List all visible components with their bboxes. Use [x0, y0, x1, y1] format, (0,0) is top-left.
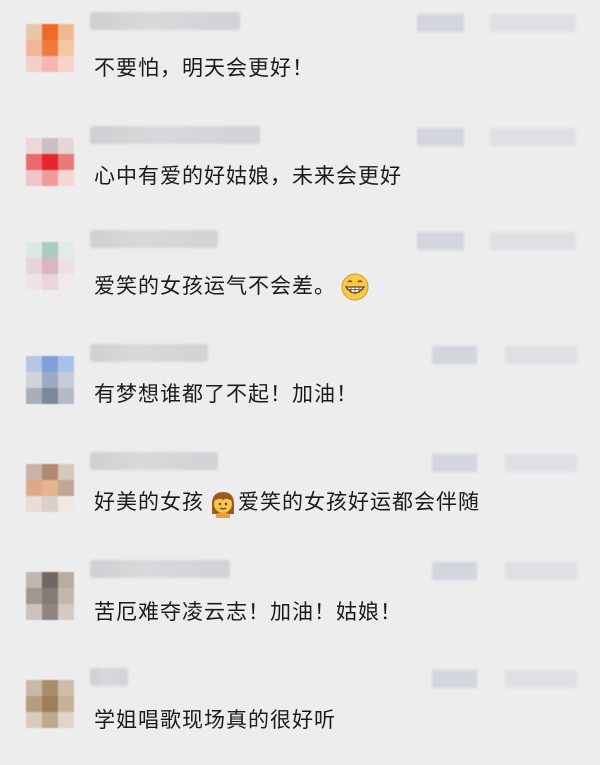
username-blurred[interactable]	[90, 344, 208, 362]
timestamp-blurred	[417, 128, 464, 146]
username-blurred[interactable]	[90, 452, 218, 470]
username-blurred[interactable]	[90, 126, 260, 144]
comment-text-main: 不要怕，明天会更好！	[94, 56, 314, 80]
comment-text: 好美的女孩 爱笑的女孩好运都会伴随	[94, 486, 480, 518]
comment-text-main: 爱笑的女孩运气不会差。	[94, 274, 336, 298]
comment-text-main: 苦厄难夺凌云志！加油！姑娘！	[94, 600, 402, 624]
grin-emoji-icon	[341, 273, 369, 301]
avatar[interactable]	[26, 24, 74, 72]
like-count-blurred[interactable]	[505, 670, 577, 688]
username-blurred[interactable]	[90, 560, 230, 578]
timestamp-blurred	[432, 670, 477, 688]
timestamp-blurred	[432, 562, 477, 580]
avatar[interactable]	[26, 680, 74, 728]
comment-text: 爱笑的女孩运气不会差。	[94, 270, 370, 302]
avatar[interactable]	[26, 138, 74, 186]
like-count-blurred[interactable]	[505, 562, 577, 580]
comment-text-main: 有梦想谁都了不起！加油！	[94, 382, 358, 406]
comment-text: 苦厄难夺凌云志！加油！姑娘！	[94, 596, 402, 626]
comment-text: 不要怕，明天会更好！	[94, 52, 314, 82]
like-count-blurred[interactable]	[490, 14, 576, 32]
comment-text: 学姐唱歌现场真的很好听	[94, 704, 336, 734]
timestamp-blurred	[432, 346, 477, 364]
comment-text-main: 好美的女孩	[94, 490, 204, 514]
like-count-blurred[interactable]	[505, 454, 577, 472]
avatar[interactable]	[26, 242, 74, 290]
comment-text-main: 心中有爱的好姑娘，未来会更好	[94, 164, 402, 188]
timestamp-blurred	[417, 14, 464, 32]
comment-text: 有梦想谁都了不起！加油！	[94, 378, 358, 408]
username-blurred[interactable]	[90, 668, 128, 686]
username-blurred[interactable]	[90, 12, 240, 30]
timestamp-blurred	[417, 232, 464, 250]
comment-text-main: 学姐唱歌现场真的很好听	[94, 708, 336, 732]
comment-text-continued: 爱笑的女孩好运都会伴随	[238, 490, 480, 514]
username-blurred[interactable]	[90, 230, 218, 248]
like-count-blurred[interactable]	[505, 346, 577, 364]
avatar[interactable]	[26, 356, 74, 404]
comment-text: 心中有爱的好姑娘，未来会更好	[94, 160, 402, 190]
like-count-blurred[interactable]	[490, 232, 576, 250]
girl-emoji-icon	[212, 492, 234, 518]
avatar[interactable]	[26, 464, 74, 512]
like-count-blurred[interactable]	[490, 128, 576, 146]
timestamp-blurred	[432, 454, 477, 472]
avatar[interactable]	[26, 572, 74, 620]
